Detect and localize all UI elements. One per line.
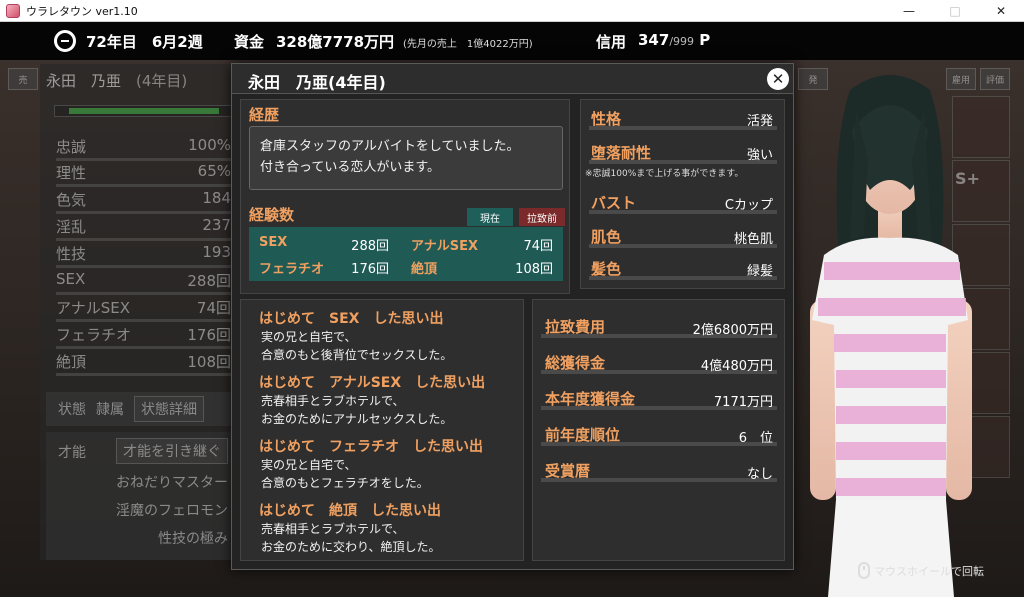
memory-title: はじめて SEX した思い出 [259,311,444,327]
funds-label: 資金 [234,33,265,51]
trait-row-corruption: 堕落耐性 強い [589,142,777,164]
bg-state-detail-button: 状態詳細 [134,396,204,422]
memory-title: はじめて アナルSEX した思い出 [259,375,486,391]
exp-key-climax: 絶頂 [411,262,438,277]
app-icon [6,3,20,18]
exp-key-fellatio: フェラチオ [259,262,325,277]
memory-line: 実の兄と自宅で、 [261,458,357,472]
earnings-row-abduction-cost: 拉致費用 2億6800万円 [541,316,777,338]
game-date: 72年目 6月2週 [86,33,203,51]
credit-label: 信用 [596,33,627,51]
bg-talent-inherit-button: 才能を引き継ぐ [116,438,228,464]
top-hud: 72年目 6月2週 資金 328億7778万円 (先月の売上 1億4022万円)… [0,22,1024,60]
exp-val-fellatio: 176回 [351,262,389,277]
memory-line: 売春相手とラブホテルで、 [261,522,405,536]
memory-line: 合意のもとフェラチオをした。 [261,476,429,490]
bg-stat: 淫乱 237 [56,216,231,241]
bg-stat: 理性 65% [56,162,231,187]
earnings-row-awards: 受賞暦 なし [541,460,777,482]
trait-row-skin: 肌色 桃色肌 [589,226,777,248]
exp-key-anal: アナルSEX [411,239,479,254]
memory-line: 合意のもと後背位でセックスした。 [261,348,453,362]
tab-current[interactable]: 現在 [467,208,513,226]
bg-stat: フェラチオ 176回 [56,324,231,349]
memory-title: はじめて 絶頂 した思い出 [259,503,441,519]
earnings-row-total: 総獲得金 4億480万円 [541,352,777,374]
character-illustration[interactable] [790,70,990,597]
bg-stat: SEX 288回 [56,270,231,295]
close-window-button[interactable]: ✕ [978,0,1024,22]
history-text: 倉庫スタッフのアルバイトをしていました。 付き合っている恋人がいます。 [249,126,563,190]
trait-row-bust: バスト Cカップ [589,192,777,214]
maximize-button[interactable]: □ [932,0,978,22]
earnings-row-last-year-rank: 前年度順位 6 位 [541,424,777,446]
experience-table: SEX 288回 アナルSEX 74回 フェラチオ 176回 絶頂 108回 [249,227,563,281]
exp-key-sex: SEX [259,235,288,250]
earnings-panel: 拉致費用 2億6800万円 総獲得金 4億480万円 本年度獲得金 7171万円 前年… [532,299,785,561]
bg-stat: 絶頂 108回 [56,351,231,376]
minimize-button[interactable]: — [886,0,932,22]
bg-tab-sell: 売 [8,68,38,90]
memory-line: 売春相手とラブホテルで、 [261,394,405,408]
character-detail-dialog: 永田 乃亜(4年目) ✕ 経歴 倉庫スタッフのアルバイトをしていました。 付き合… [231,63,794,570]
last-month-sales: (先月の売上 1億4022万円) [403,39,533,50]
close-icon[interactable]: ✕ [767,68,789,90]
trait-row-personality: 性格 活発 [589,108,777,130]
experience-label: 経験数 [249,206,295,224]
bg-character-name: 永田 乃亜 (4年目) [46,72,188,90]
bg-stat: 性技 193 [56,243,231,268]
clock-icon [54,30,76,52]
credit-value: 347/999 P [638,31,711,49]
trait-note: ※忠誠100%まで上げる事ができます。 [585,169,744,179]
trait-row-hair: 髪色 緑髪 [589,258,777,280]
bg-state-row: 状態 隷属 状態詳細 [46,392,246,426]
funds-value: 328億7778万円 [276,33,395,51]
memory-line: 実の兄と自宅で、 [261,330,357,344]
bg-affection-bar [54,105,234,117]
exp-val-sex: 288回 [351,239,389,254]
earnings-row-this-year: 本年度獲得金 7171万円 [541,388,777,410]
bg-talent-panel: 才能 才能を引き継ぐ おねだりマスター 淫魔のフェロモン 性技の極み [46,432,246,560]
rotate-hint: マウスホイールで回転 [858,562,984,579]
bg-stat: アナルSEX 74回 [56,297,231,322]
traits-panel: 性格 活発 堕落耐性 強い ※忠誠100%まで上げる事ができます。 バスト Cカップ … [580,99,785,289]
history-panel: 経歴 倉庫スタッフのアルバイトをしていました。 付き合っている恋人がいます。 経… [240,99,570,294]
memory-line: お金のために交わり、絶頂した。 [261,540,441,554]
exp-val-climax: 108回 [515,262,553,277]
memory-line: お金のためにアナルセックスした。 [261,412,453,426]
window-title: ウラレタウン ver1.10 [26,4,138,18]
exp-val-anal: 74回 [523,239,553,254]
memories-panel: はじめて SEX した思い出 実の兄と自宅で、 合意のもと後背位でセックスした。… [240,299,524,561]
history-label: 経歴 [249,106,280,124]
tab-before-abduction[interactable]: 拉致前 [519,208,565,226]
memory-title: はじめて フェラチオ した思い出 [259,439,483,455]
window-titlebar: ウラレタウン ver1.10 — □ ✕ [0,0,1024,22]
mouse-icon [858,562,870,579]
bg-stat: 色気 184 [56,189,231,214]
bg-stat: 忠誠 100% [56,136,231,161]
dialog-title: 永田 乃亜(4年目) [248,73,386,92]
dialog-header: 永田 乃亜(4年目) ✕ [232,64,793,94]
